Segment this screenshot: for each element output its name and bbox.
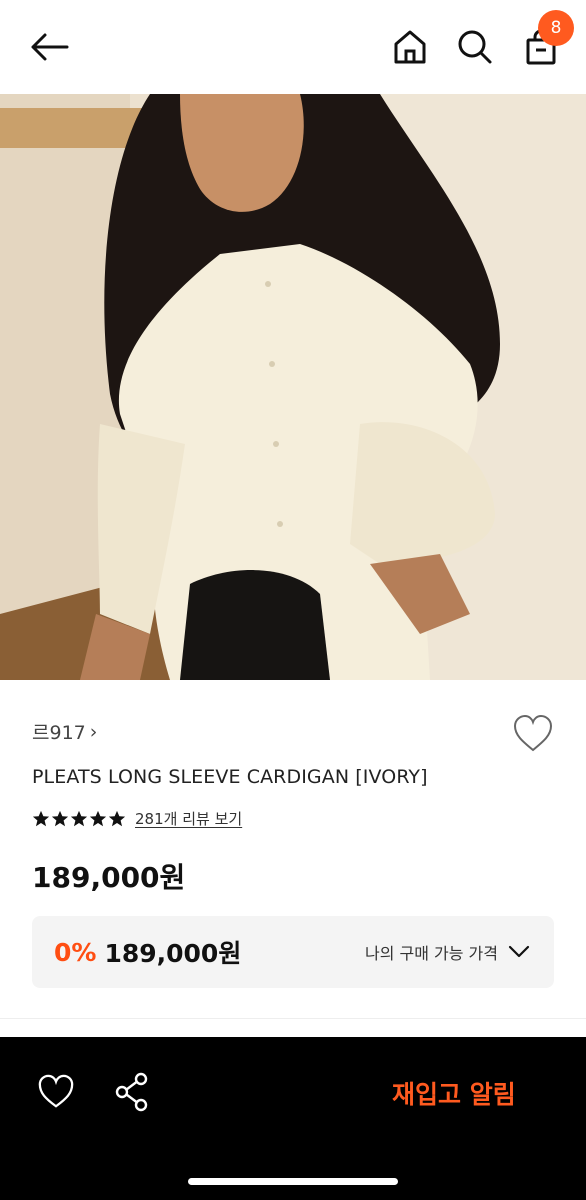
product-image[interactable] xyxy=(0,94,586,680)
discount-price: 189,000원 xyxy=(104,939,242,968)
my-price-box[interactable]: 0% 189,000원 나의 구매 가능 가격 xyxy=(32,916,554,988)
wishlist-bottom-button[interactable] xyxy=(36,1073,76,1111)
heart-outline-icon xyxy=(38,1074,74,1108)
home-indicator xyxy=(188,1178,398,1185)
star-icon xyxy=(51,810,69,826)
star-icon xyxy=(108,810,126,826)
search-button[interactable] xyxy=(452,24,498,70)
cart-count-badge: 8 xyxy=(538,10,574,46)
rating-row: 281개 리뷰 보기 xyxy=(32,808,242,829)
share-button[interactable] xyxy=(112,1071,152,1113)
heart-outline-icon xyxy=(513,714,553,752)
discount-rate: 0% xyxy=(54,937,97,967)
brand-name: 르917 xyxy=(32,722,86,744)
wishlist-button[interactable] xyxy=(512,714,554,754)
back-button[interactable] xyxy=(26,26,72,68)
star-icon xyxy=(32,810,50,826)
arrow-left-icon xyxy=(31,33,69,61)
bottom-action-bar: 재입고 알림 xyxy=(0,1037,586,1200)
home-button[interactable] xyxy=(388,26,432,68)
star-icon xyxy=(89,810,107,826)
chevron-right-icon: › xyxy=(89,720,98,743)
brand-link[interactable]: 르917 › xyxy=(32,718,97,745)
top-nav-bar: 8 xyxy=(0,0,586,94)
product-title: PLEATS LONG SLEEVE CARDIGAN [IVORY] xyxy=(32,766,428,788)
review-link[interactable]: 281개 리뷰 보기 xyxy=(135,808,242,829)
my-price-toggle[interactable]: 나의 구매 가능 가격 xyxy=(365,940,530,964)
star-rating xyxy=(32,810,126,828)
share-icon xyxy=(115,1072,148,1112)
home-icon xyxy=(394,30,426,64)
product-photo-illustration xyxy=(0,94,586,680)
product-price: 189,000원 xyxy=(32,861,186,894)
search-icon xyxy=(458,30,492,64)
my-price-label: 나의 구매 가능 가격 xyxy=(364,944,498,963)
star-icon xyxy=(70,810,88,826)
section-divider xyxy=(0,1018,586,1019)
restock-alert-button[interactable]: 재입고 알림 xyxy=(392,1075,516,1111)
chevron-down-icon xyxy=(508,945,530,958)
